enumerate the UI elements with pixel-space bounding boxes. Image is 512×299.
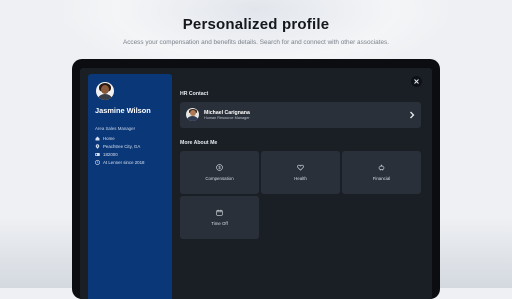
meta-id-text: 182000 <box>103 152 118 157</box>
clock-icon <box>95 160 100 165</box>
piggy-bank-icon <box>378 164 385 171</box>
hr-contact-avatar <box>186 108 199 121</box>
hr-contact-card[interactable]: Michael Carignana Human Resource Manager <box>180 102 421 128</box>
more-about-heading: More About Me <box>180 140 218 146</box>
meta-home: Home <box>95 136 115 141</box>
tile-compensation[interactable]: $ Compensation <box>180 151 259 194</box>
tile-health-label: Health <box>294 176 307 181</box>
tile-time-off[interactable]: Time Off <box>180 196 259 239</box>
tablet-frame: Jasmine Wilson Area Sales Manager Home P… <box>72 59 440 299</box>
close-icon <box>414 79 419 84</box>
meta-tenure-text: At Lenner since 2018 <box>103 160 145 165</box>
svg-text:$: $ <box>218 165 221 170</box>
tile-time-off-label: Time Off <box>211 221 228 226</box>
meta-location: Peachtree City, GA <box>95 144 140 149</box>
id-card-icon <box>95 153 100 156</box>
avatar[interactable] <box>96 82 114 100</box>
heart-icon <box>297 164 304 171</box>
chevron-right-icon <box>410 111 415 119</box>
meta-id: 182000 <box>95 152 118 157</box>
location-pin-icon <box>95 144 100 149</box>
tile-health[interactable]: Health <box>261 151 340 194</box>
hr-contact-role: Human Resource Manager <box>204 116 250 120</box>
tile-compensation-label: Compensation <box>205 176 234 181</box>
hero-subtitle: Access your compensation and benefits de… <box>122 39 390 46</box>
calendar-icon <box>216 209 223 216</box>
profile-sidebar: Jasmine Wilson Area Sales Manager Home P… <box>88 74 172 299</box>
meta-home-text: Home <box>103 136 115 141</box>
close-button[interactable] <box>411 76 422 87</box>
profile-screen: Jasmine Wilson Area Sales Manager Home P… <box>80 68 432 299</box>
home-icon <box>95 136 100 141</box>
hero-title: Personalized profile <box>182 16 330 33</box>
dollar-circle-icon: $ <box>216 164 223 171</box>
meta-location-text: Peachtree City, GA <box>103 144 141 149</box>
hr-contact-heading: HR Contact <box>180 91 209 97</box>
profile-name: Jasmine Wilson <box>95 106 151 115</box>
tile-financial-label: Financial <box>372 176 391 181</box>
meta-tenure: At Lenner since 2018 <box>95 160 145 165</box>
tile-financial[interactable]: Financial <box>342 151 421 194</box>
profile-job-title: Area Sales Manager <box>95 126 136 131</box>
